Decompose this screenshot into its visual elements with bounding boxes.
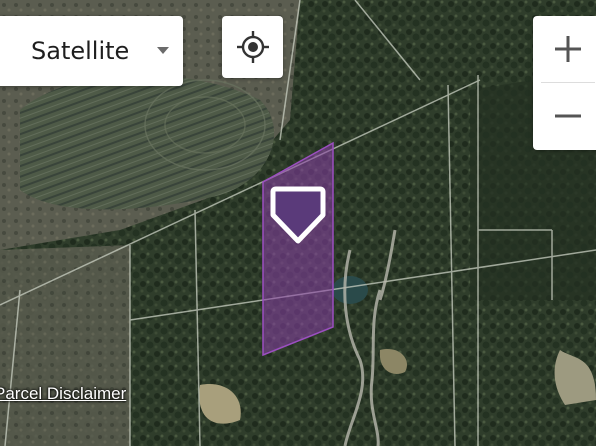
plus-icon (555, 36, 581, 62)
locate-button[interactable] (222, 16, 283, 78)
minus-icon (555, 114, 581, 118)
zoom-in-button[interactable] (533, 16, 596, 82)
crosshair-icon (236, 31, 269, 63)
map-view[interactable]: Satellite Parcel Disclaimer (0, 0, 596, 446)
map-layer-select[interactable]: Satellite (0, 16, 183, 86)
chevron-down-icon (157, 47, 169, 54)
parcel-disclaimer-link[interactable]: Parcel Disclaimer (0, 384, 126, 404)
pond (332, 276, 368, 304)
zoom-control (533, 16, 596, 150)
zoom-out-button[interactable] (533, 83, 596, 149)
layer-select-value: Satellite (31, 37, 130, 65)
